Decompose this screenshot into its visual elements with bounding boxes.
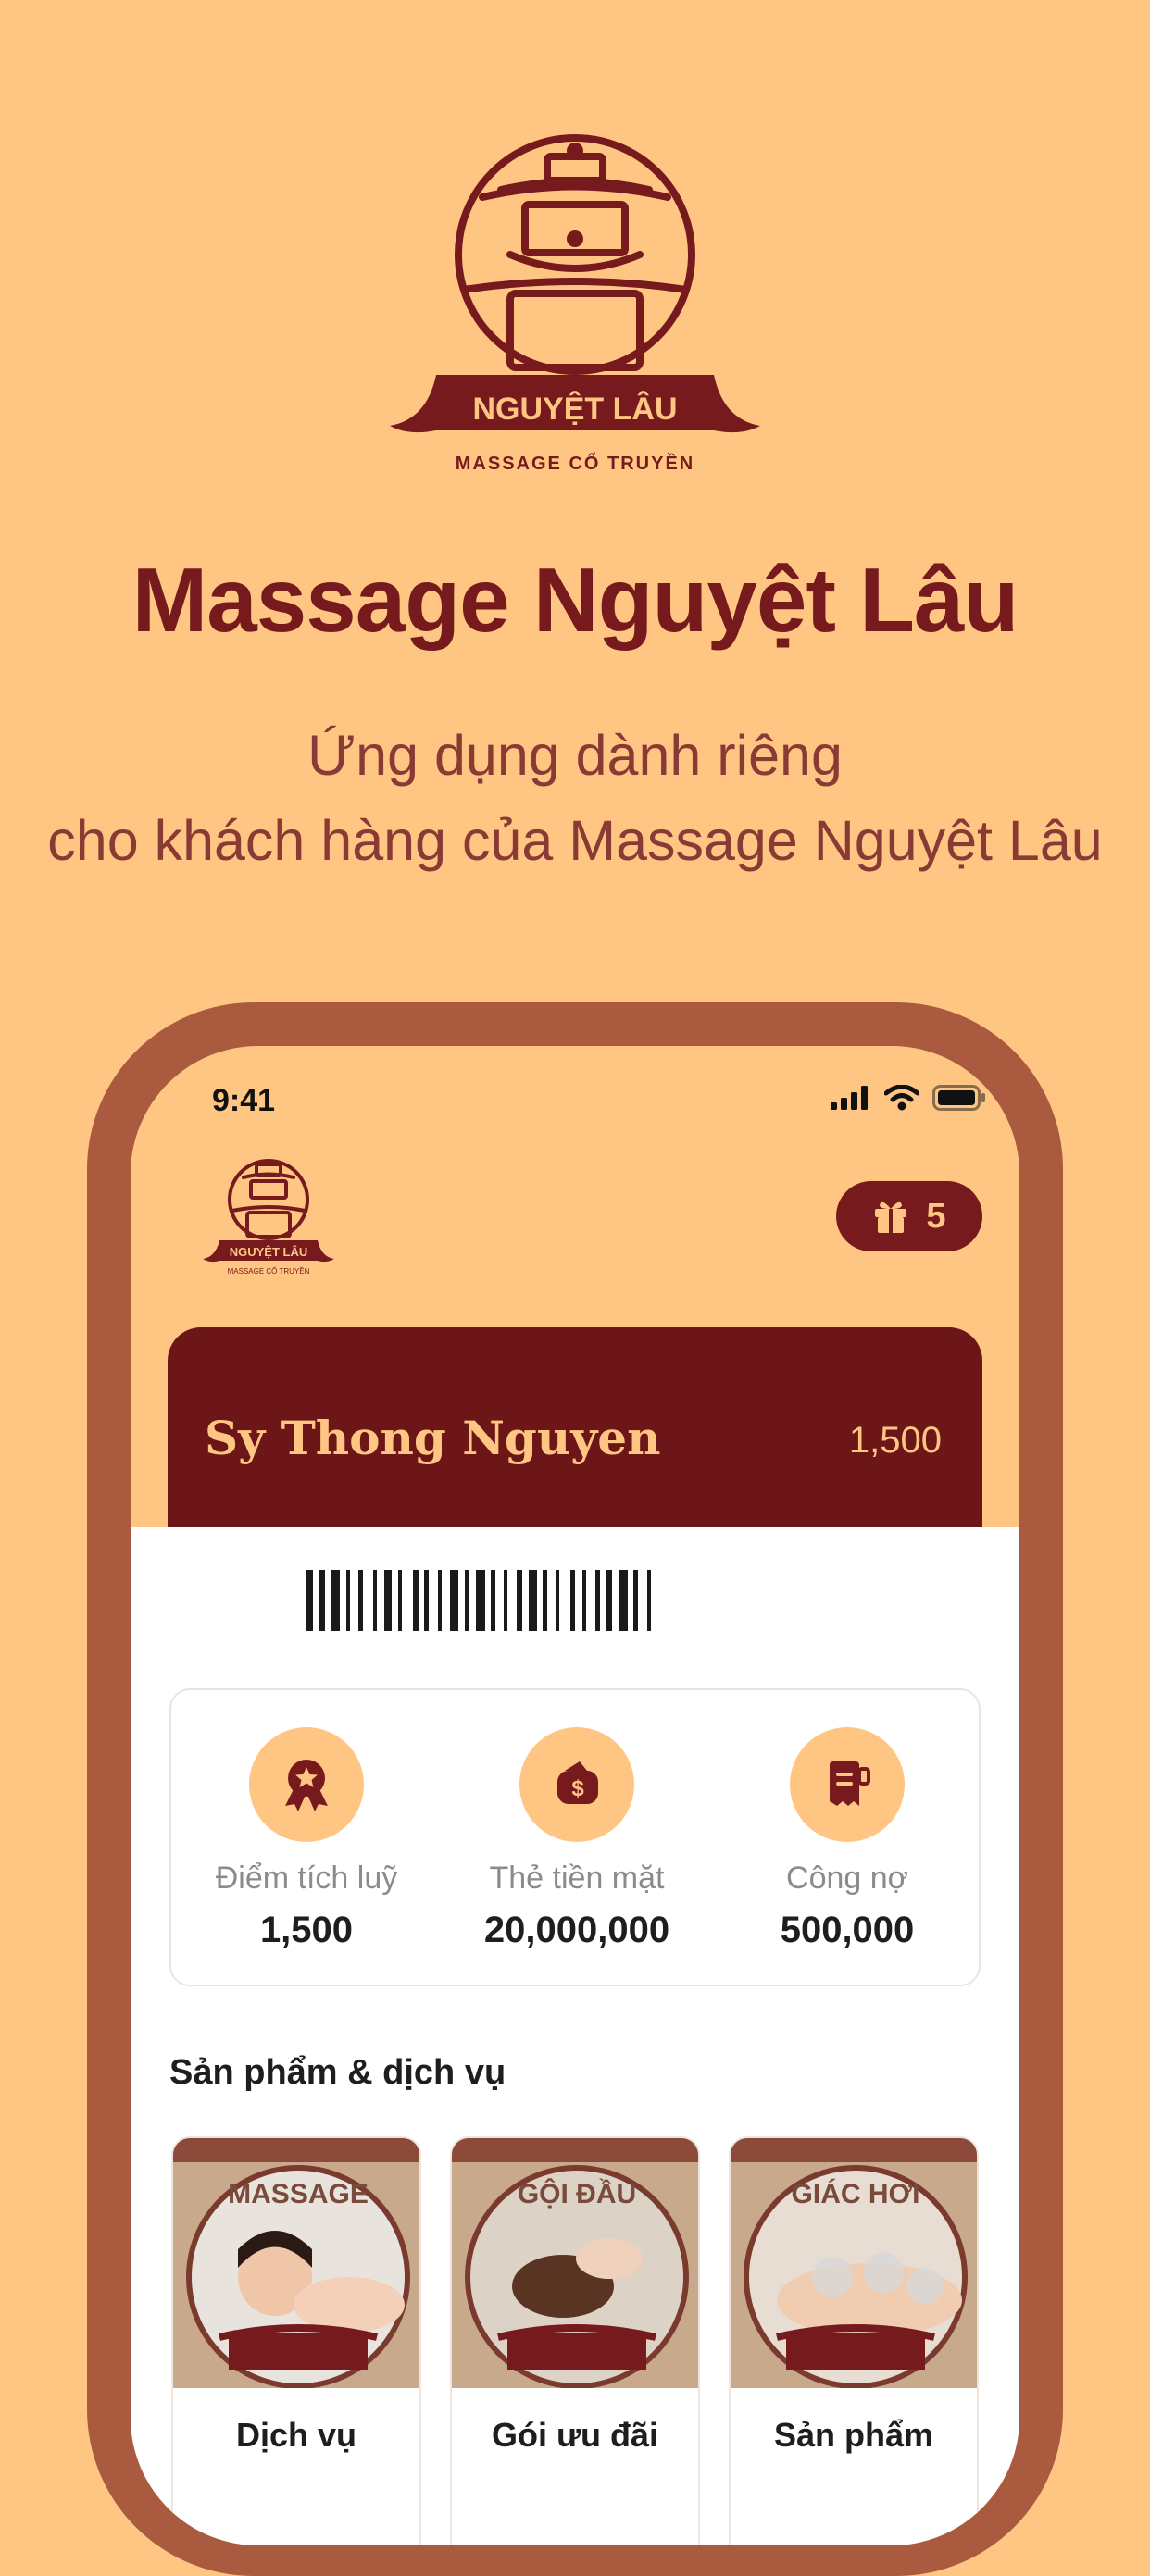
app-logo-name: NGUYỆT LÂU — [230, 1245, 308, 1259]
barcode-bar — [424, 1570, 429, 1631]
barcode-bar — [398, 1570, 402, 1631]
stat-cash-icon-bg: $ — [519, 1727, 634, 1842]
stat-points[interactable]: Điểm tích luỹ 1,500 — [171, 1727, 442, 1951]
product-caption-offers: Gói ưu đãi — [491, 2416, 659, 2454]
barcode-bar — [358, 1570, 363, 1631]
barcode-bar — [633, 1570, 638, 1631]
wallet-dollar-icon: $ — [557, 1761, 598, 1804]
receipt-icon — [830, 1761, 870, 1806]
barcode-bar — [595, 1570, 600, 1631]
barcode-bar — [529, 1570, 537, 1631]
barcode-bar — [373, 1570, 377, 1631]
stat-cash-value: 20,000,000 — [483, 1910, 670, 1950]
battery-icon — [932, 1085, 985, 1111]
barcode-bar — [582, 1570, 586, 1631]
stat-cash-card[interactable]: $ Thẻ tiền mặt 20,000,000 — [442, 1727, 712, 1951]
banner-massage: MASSAGE — [228, 2179, 369, 2209]
logo-name-text: NGUYỆT LÂU — [473, 392, 678, 427]
stat-points-icon-bg — [249, 1727, 364, 1842]
barcode-bar — [619, 1570, 628, 1631]
svg-text:$: $ — [571, 1776, 584, 1801]
award-medal-icon — [285, 1760, 328, 1811]
barcode-bar — [465, 1570, 469, 1631]
stat-debt[interactable]: Công nợ 500,000 — [712, 1727, 982, 1951]
stat-cash-label: Thẻ tiền mặt — [489, 1860, 665, 1896]
member-points: 1,500 — [848, 1420, 942, 1461]
phone-screen: 9:41 NGUYỆT LÂU MASSAGE CỔ TRUYỀN 5 Sy T… — [131, 1046, 1019, 2545]
stat-debt-icon-bg — [790, 1727, 905, 1842]
banner-goi-dau: GỘI ĐẦU — [518, 2178, 636, 2209]
banner-giac-hoi: GIÁC HƠI — [792, 2178, 920, 2209]
product-tile-offers[interactable]: GỘI ĐẦU Gói ưu đãi — [450, 2136, 700, 2545]
barcode-bar — [450, 1570, 458, 1631]
stat-points-label: Điểm tích luỹ — [215, 1860, 398, 1896]
stats-box: Điểm tích luỹ 1,500 $ Thẻ tiền mặt 20,00… — [169, 1688, 981, 1986]
product-image-massage: MASSAGE — [173, 2138, 419, 2388]
barcode-bar — [306, 1570, 313, 1631]
barcode-bar — [504, 1570, 507, 1631]
headline: Massage Nguyệt Lâu — [131, 549, 1019, 651]
status-icons — [831, 1085, 986, 1111]
tagline-line-1: Ứng dụng dành riêng — [307, 724, 843, 787]
barcode-bar — [346, 1570, 350, 1631]
tagline: Ứng dụng dành riêng cho khách hàng của M… — [0, 713, 1150, 883]
app-logo: NGUYỆT LÂU MASSAGE CỔ TRUYỀN — [199, 1155, 338, 1280]
products-section-title: Sản phẩm & dịch vụ — [169, 2053, 506, 2092]
barcode-card[interactable] — [206, 1546, 944, 1648]
barcode-bar — [647, 1570, 651, 1631]
barcode-bar — [491, 1570, 495, 1631]
barcode-bar — [438, 1570, 442, 1631]
product-caption-services: Dịch vụ — [235, 2416, 357, 2454]
barcode-bar — [517, 1570, 522, 1631]
member-name: Sy Thong Nguyen — [205, 1411, 661, 1465]
barcode-bar — [556, 1570, 559, 1631]
gift-button[interactable]: 5 — [836, 1181, 982, 1251]
tagline-line-2: cho khách hàng của Massage Nguyệt Lâu — [47, 809, 1103, 872]
barcode-bar — [570, 1570, 575, 1631]
barcode-bar — [606, 1570, 612, 1631]
product-caption-products: Sản phẩm — [773, 2416, 934, 2454]
product-image-hair-wash: GỘI ĐẦU — [452, 2138, 698, 2388]
barcode-bar — [331, 1570, 340, 1631]
signal-icon — [831, 1086, 868, 1110]
barcode — [306, 1570, 651, 1631]
wifi-icon — [884, 1085, 919, 1111]
barcode-bar — [384, 1570, 392, 1631]
product-tile-products[interactable]: GIÁC HƠI Sản phẩm — [729, 2136, 979, 2545]
barcode-bar — [476, 1570, 485, 1631]
barcode-bar — [319, 1570, 325, 1631]
stat-points-value: 1,500 — [259, 1910, 354, 1950]
logo-sub-text: MASSAGE CỔ TRUYỀN — [456, 452, 694, 474]
gift-count: 5 — [926, 1196, 946, 1236]
product-tile-services[interactable]: MASSAGE Dịch vụ — [171, 2136, 421, 2545]
brand-logo: NGUYỆT LÂU MASSAGE CỔ TRUYỀN — [0, 125, 1150, 486]
stat-debt-label: Công nợ — [786, 1860, 908, 1896]
barcode-bar — [413, 1570, 419, 1631]
gift-icon — [875, 1201, 907, 1233]
stat-debt-value: 500,000 — [780, 1910, 915, 1950]
product-image-cupping: GIÁC HƠI — [731, 2138, 977, 2388]
barcode-bar — [543, 1570, 547, 1631]
status-time: 9:41 — [212, 1083, 276, 1118]
app-logo-sub: MASSAGE CỔ TRUYỀN — [228, 1266, 310, 1276]
